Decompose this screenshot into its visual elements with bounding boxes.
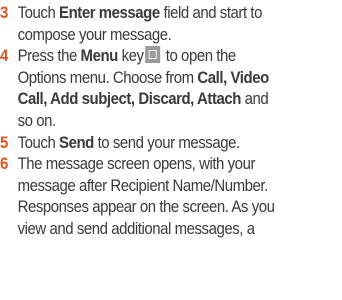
step-number: 6 (0, 154, 8, 174)
step-6: 6 The message screen opens, with your me… (0, 153, 342, 239)
step-5: 5 Touch Send to send your message. (0, 132, 342, 154)
step-text-line: Touch Send to send your message. (17, 132, 241, 152)
step-number: 4 (0, 46, 8, 66)
step-number: 3 (0, 3, 8, 22)
ui-term: Call, Video (197, 67, 269, 87)
ui-term: Send (59, 132, 94, 152)
step-text-line: Touch Enter message field and start to (17, 3, 263, 22)
step-text-line: message after Recipient Name/Number. (17, 175, 269, 195)
step-3: 3 Touch Enter message field and start to… (0, 2, 342, 45)
step-4: 4 Press the Menu key to open the Options… (0, 45, 342, 131)
step-text-line: Options menu. Choose from Call, Video (17, 67, 270, 87)
step-text-line: so on. (17, 110, 57, 130)
step-text-line: view and send additional messages, a (17, 218, 255, 238)
menu-key-icon (145, 46, 161, 64)
ui-term: Enter message (59, 3, 160, 22)
ui-term: Menu (80, 46, 119, 66)
step-text-line: compose your message. (17, 24, 172, 44)
step-text-line: Press the Menu key to open the (17, 46, 236, 66)
step-number: 5 (0, 132, 8, 152)
step-text-line: The message screen opens, with your (17, 154, 256, 174)
instructions: 3 Touch Enter message field and start to… (0, 2, 342, 240)
step-text-line: Responses appear on the screen. As you (17, 197, 275, 217)
step-text-line: Call, Add subject, Discard, Attach and (17, 89, 269, 109)
ui-term: Call, Add subject, Discard, Attach (17, 89, 242, 109)
